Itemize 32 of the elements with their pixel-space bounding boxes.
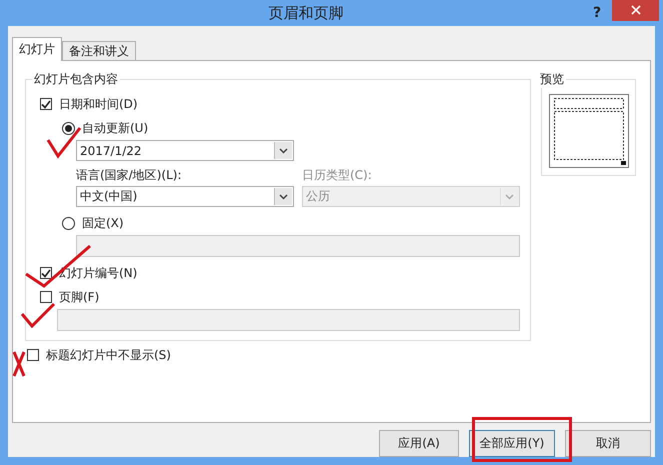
- dialog-button[interactable]: 取消: [565, 430, 651, 457]
- close-icon: [630, 5, 640, 15]
- date-select[interactable]: 2017/1/22: [76, 140, 294, 161]
- close-button[interactable]: [612, 0, 659, 20]
- language-select[interactable]: 中文(中国): [76, 186, 294, 207]
- date-time-label: 日期和时间(D): [59, 96, 138, 112]
- auto-update-label: 自动更新(U): [82, 120, 148, 136]
- preview-title: 预览: [539, 71, 565, 88]
- fixed-label: 固定(X): [82, 214, 124, 232]
- dialog-button[interactable]: 全部应用(Y): [469, 430, 555, 457]
- slide-number-checkbox[interactable]: [40, 267, 52, 279]
- tab[interactable]: 备注和讲义: [62, 41, 136, 60]
- language-label: 语言(国家/地区)(L):: [76, 167, 182, 184]
- check-mark-annotation: [46, 126, 82, 158]
- chevron-down-icon: [279, 148, 288, 154]
- fixed-radio[interactable]: [62, 216, 75, 230]
- dialog-button[interactable]: 应用(A): [379, 430, 459, 457]
- cross-mark-annotation: [12, 350, 26, 378]
- chevron-down-icon: [279, 194, 288, 200]
- hide-on-title-label: 标题幻灯片中不显示(S): [46, 346, 171, 364]
- footer-label: 页脚(F): [59, 288, 100, 306]
- chevron-down-icon: [505, 194, 514, 200]
- help-button[interactable]: ?: [582, 5, 612, 21]
- auto-update-radio[interactable]: [62, 122, 75, 134]
- footer-checkbox[interactable]: [40, 291, 52, 303]
- date-time-checkbox[interactable]: [40, 98, 52, 110]
- check-mark-annotation: [20, 302, 56, 328]
- tab[interactable]: 幻灯片: [12, 37, 62, 61]
- calendar-label: 日历类型(C):: [302, 167, 373, 184]
- hide-on-title-checkbox[interactable]: [27, 349, 39, 361]
- window-title: 页眉和页脚: [268, 4, 344, 22]
- group-title: 幻灯片包含内容: [33, 71, 119, 88]
